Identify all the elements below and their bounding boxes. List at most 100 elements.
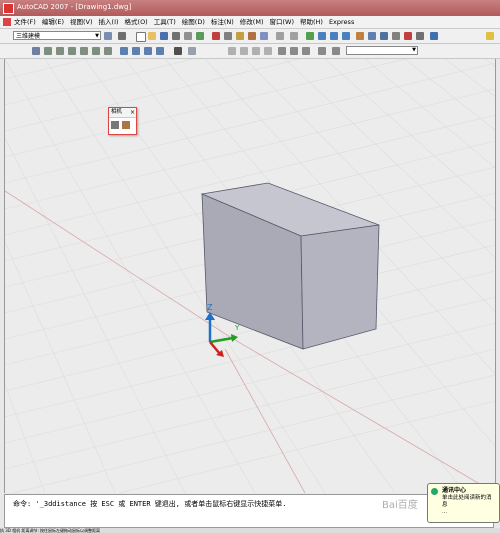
ne-iso-icon[interactable] <box>144 47 152 55</box>
orbit-icon[interactable] <box>278 47 286 55</box>
copy-icon[interactable] <box>224 32 232 40</box>
drawing-viewport[interactable]: Z Y <box>4 59 496 493</box>
camera-toolbar-panel[interactable]: 相机 × <box>108 107 137 135</box>
x-axis-line <box>5 190 231 338</box>
workspace-save-icon[interactable] <box>118 32 126 40</box>
block-editor-icon[interactable] <box>260 32 268 40</box>
free-orbit-icon[interactable] <box>290 47 298 55</box>
command-window[interactable]: 命令: '_3ddistance 按 ESC 或 ENTER 键退出, 或者单击… <box>4 494 494 528</box>
view-top-icon[interactable] <box>44 47 52 55</box>
view-back-icon[interactable] <box>104 47 112 55</box>
menu-edit[interactable]: 编辑(E) <box>42 17 64 27</box>
status-text: 执 3D 相机 距离调节: 按住鼠标左键拖动鼠标以调整距离 <box>0 528 101 533</box>
view-toolbar: ▼ <box>0 44 500 59</box>
y-axis-line <box>224 348 306 493</box>
menu-items: 文件(F) 编辑(E) 视图(V) 插入(I) 格式(O) 工具(T) 绘图(D… <box>14 17 354 27</box>
menu-insert[interactable]: 插入(I) <box>99 17 119 27</box>
menu-tools[interactable]: 工具(T) <box>154 17 176 27</box>
ucs-x-axis <box>209 341 221 355</box>
box-solid[interactable] <box>200 182 380 350</box>
new-icon[interactable] <box>136 32 146 42</box>
workspace-value: 三维建模 <box>16 33 41 40</box>
markup-icon[interactable] <box>404 32 412 40</box>
view-bottom-icon[interactable] <box>56 47 64 55</box>
camera-panel-title: 相机 <box>111 109 123 115</box>
design-center-icon[interactable] <box>368 32 376 40</box>
sheet-set-icon[interactable] <box>392 32 400 40</box>
zoom-previous-icon[interactable] <box>342 32 350 40</box>
status-bar: 执 3D 相机 距离调节: 按住鼠标左键拖动鼠标以调整距离 <box>0 528 500 533</box>
ucs-icon[interactable] <box>32 47 40 55</box>
fly-icon[interactable] <box>332 47 340 55</box>
sw-iso-icon[interactable] <box>120 47 128 55</box>
viewport-scene[interactable]: Z Y <box>5 59 495 493</box>
balloon-line1[interactable]: 单击此处阅读新的消息 <box>442 495 496 509</box>
document-icon[interactable] <box>3 18 11 26</box>
menu-file[interactable]: 文件(F) <box>14 17 36 27</box>
lightbulb-icon[interactable] <box>486 32 494 40</box>
named-views-icon[interactable] <box>188 47 196 55</box>
chevron-down-icon[interactable]: ▼ <box>95 32 99 41</box>
watermark-logo: Bai百度 <box>382 500 418 511</box>
print-icon[interactable] <box>172 32 180 40</box>
balloon-title: 通讯中心 <box>442 487 467 494</box>
ucs-y-label: Y <box>234 324 240 332</box>
autocad-app-icon[interactable] <box>3 3 14 14</box>
visual-style-realistic-icon[interactable] <box>252 47 260 55</box>
menu-express[interactable]: Express <box>329 17 354 27</box>
menu-format[interactable]: 格式(O) <box>125 17 148 27</box>
close-icon[interactable]: × <box>130 108 135 117</box>
nw-iso-icon[interactable] <box>156 47 164 55</box>
camera-icon[interactable] <box>111 121 119 129</box>
grid-line <box>11 374 495 493</box>
view-right-icon[interactable] <box>80 47 88 55</box>
x-axis-line-extended <box>229 336 495 493</box>
paste-icon[interactable] <box>236 32 244 40</box>
grid-line <box>5 59 88 80</box>
cut-icon[interactable] <box>212 32 220 40</box>
zoom-realtime-icon[interactable] <box>318 32 326 40</box>
chevron-down-icon[interactable]: ▼ <box>412 47 416 53</box>
camera-panel-header[interactable]: 相机 × <box>109 108 136 118</box>
menu-draw[interactable]: 绘图(D) <box>182 17 205 27</box>
command-line-text: 命令: '_3ddistance 按 ESC 或 ENTER 键退出, 或者单击… <box>13 500 287 508</box>
zoom-window-icon[interactable] <box>330 32 338 40</box>
properties-icon[interactable] <box>356 32 364 40</box>
help-icon[interactable] <box>430 32 438 40</box>
grid-line <box>5 59 301 132</box>
workspace-select[interactable]: 三维建模 ▼ <box>13 31 101 40</box>
grid-line <box>5 59 195 106</box>
visual-style-hidden-icon[interactable] <box>240 47 248 55</box>
view-front-icon[interactable] <box>92 47 100 55</box>
menu-help[interactable]: 帮助(H) <box>300 17 323 27</box>
camera-icon[interactable] <box>174 47 182 55</box>
menu-view[interactable]: 视图(V) <box>70 17 93 27</box>
publish-icon[interactable] <box>196 32 204 40</box>
view-left-icon[interactable] <box>68 47 76 55</box>
calculator-icon[interactable] <box>416 32 424 40</box>
print-preview-icon[interactable] <box>184 32 192 40</box>
undo-icon[interactable] <box>276 32 284 40</box>
redo-icon[interactable] <box>290 32 298 40</box>
box-side-face[interactable] <box>300 224 380 350</box>
menu-window[interactable]: 窗口(W) <box>269 17 294 27</box>
se-iso-icon[interactable] <box>132 47 140 55</box>
walk-icon[interactable] <box>318 47 326 55</box>
adjust-distance-icon[interactable] <box>122 121 130 129</box>
info-icon <box>431 488 438 495</box>
continuous-orbit-icon[interactable] <box>302 47 310 55</box>
visual-style-select[interactable]: ▼ <box>346 46 418 55</box>
save-icon[interactable] <box>160 32 168 40</box>
grid-line <box>484 59 495 67</box>
match-properties-icon[interactable] <box>248 32 256 40</box>
menu-modify[interactable]: 修改(M) <box>240 17 264 27</box>
visual-style-wireframe-icon[interactable] <box>228 47 236 55</box>
pan-icon[interactable] <box>306 32 314 40</box>
grid-line <box>404 59 495 131</box>
communication-center-balloon[interactable]: 通讯中心 单击此处阅读新的消息 ... <box>427 483 500 523</box>
workspace-settings-icon[interactable] <box>104 32 112 40</box>
menu-dimension[interactable]: 标注(N) <box>211 17 234 27</box>
open-icon[interactable] <box>148 32 156 40</box>
visual-style-conceptual-icon[interactable] <box>264 47 272 55</box>
tool-palettes-icon[interactable] <box>380 32 388 40</box>
